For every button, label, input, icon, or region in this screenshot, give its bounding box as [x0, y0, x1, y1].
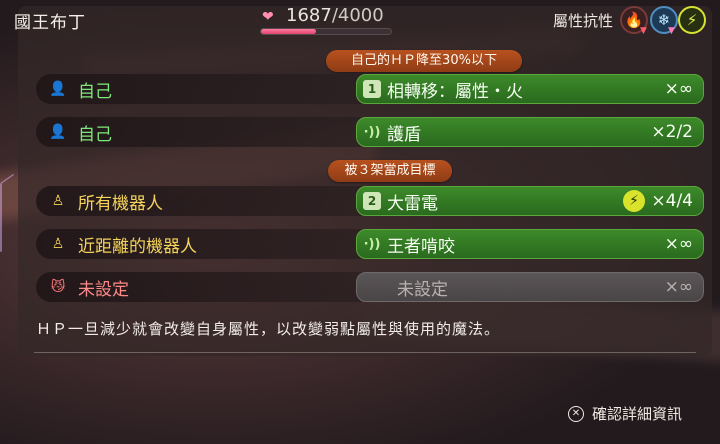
signal-wave-icon: ·)) [363, 236, 381, 252]
action-slot[interactable]: 2 大雷電 ⚡ ×4/4 [356, 186, 704, 216]
action-name: 王者啃咬 [387, 236, 455, 257]
robot-person-icon: ♙ [51, 193, 65, 209]
condition-hp-below: 自己的ＨＰ降至30%以下 [326, 50, 522, 72]
cross-button-icon: ✕ [568, 405, 584, 422]
action-name: 未設定 [397, 279, 448, 300]
action-count: ×2/2 [651, 122, 693, 142]
target-self[interactable]: 👤 自己 [36, 117, 362, 147]
target-label: 自己 [78, 81, 112, 102]
cat-face-icon: 😼 [50, 279, 66, 295]
target-self[interactable]: 👤 自己 [36, 74, 362, 104]
slot-number-2-icon: 2 [363, 192, 381, 210]
target-label: 近距離的機器人 [78, 236, 197, 257]
action-count: ×4/4 [651, 191, 693, 211]
signal-wave-icon: ·)) [363, 124, 381, 140]
tactic-row[interactable]: 👤 自己 1 相轉移：屬性・火 ×∞ [36, 74, 704, 104]
empty-slot-icon [363, 278, 381, 296]
action-slot[interactable]: ·)) 王者啃咬 ×∞ [356, 229, 704, 259]
tactic-row[interactable]: 👤 自己 ·)) 護盾 ×2/2 [36, 117, 704, 147]
lightning-icon: ⚡ [623, 190, 645, 212]
person-icon: 👤 [49, 124, 67, 140]
target-unset[interactable]: 😼 未設定 [36, 272, 362, 302]
divider [34, 352, 696, 353]
condition-targeted: 被３架當成目標 [328, 160, 452, 182]
action-slot-empty[interactable]: 未設定 ×∞ [356, 272, 704, 302]
target-label: 所有機器人 [78, 193, 163, 214]
resistance-down-icon: ▼ [668, 26, 675, 36]
action-name: 相轉移：屬性・火 [387, 81, 523, 102]
confirm-details-label: 確認詳細資訊 [592, 405, 683, 423]
resistance-down-icon: ▼ [640, 26, 647, 36]
hp-max: 4000 [337, 5, 384, 26]
target-label: 未設定 [78, 279, 129, 300]
action-name: 護盾 [387, 124, 421, 145]
robot-person-icon: ♙ [51, 236, 65, 252]
hp-current: 1687 [286, 5, 332, 26]
resistance-label: 屬性抗性 [553, 12, 614, 30]
person-icon: 👤 [49, 81, 67, 97]
action-name: 大雷電 [387, 193, 438, 214]
target-all-robots[interactable]: ♙ 所有機器人 [36, 186, 362, 216]
action-count: ×∞ [664, 79, 693, 99]
confirm-details-prompt[interactable]: ✕ 確認詳細資訊 [568, 403, 682, 424]
action-slot[interactable]: ·)) 護盾 ×2/2 [356, 117, 704, 147]
lightning-icon: ⚡ [678, 6, 706, 34]
action-count: ×∞ [664, 234, 693, 254]
heart-icon: ❤ [262, 9, 274, 25]
hp-readout: 1687/4000 [286, 5, 384, 26]
tactic-row[interactable]: 😼 未設定 未設定 ×∞ [36, 272, 704, 302]
hp-bar-fill [261, 29, 316, 34]
target-near-robot[interactable]: ♙ 近距離的機器人 [36, 229, 362, 259]
description-text: ＨＰ一旦減少就會改變自身屬性，以改變弱點屬性與使用的魔法。 [36, 320, 501, 338]
action-count: ×∞ [664, 277, 693, 297]
hp-bar [260, 28, 392, 35]
tactic-row[interactable]: ♙ 近距離的機器人 ·)) 王者啃咬 ×∞ [36, 229, 704, 259]
left-chevron-icon[interactable] [0, 173, 14, 253]
target-label: 自己 [78, 124, 112, 145]
action-slot[interactable]: 1 相轉移：屬性・火 ×∞ [356, 74, 704, 104]
enemy-name: 國王布丁 [14, 13, 86, 33]
slot-number-1-icon: 1 [363, 80, 381, 98]
tactic-row[interactable]: ♙ 所有機器人 2 大雷電 ⚡ ×4/4 [36, 186, 704, 216]
